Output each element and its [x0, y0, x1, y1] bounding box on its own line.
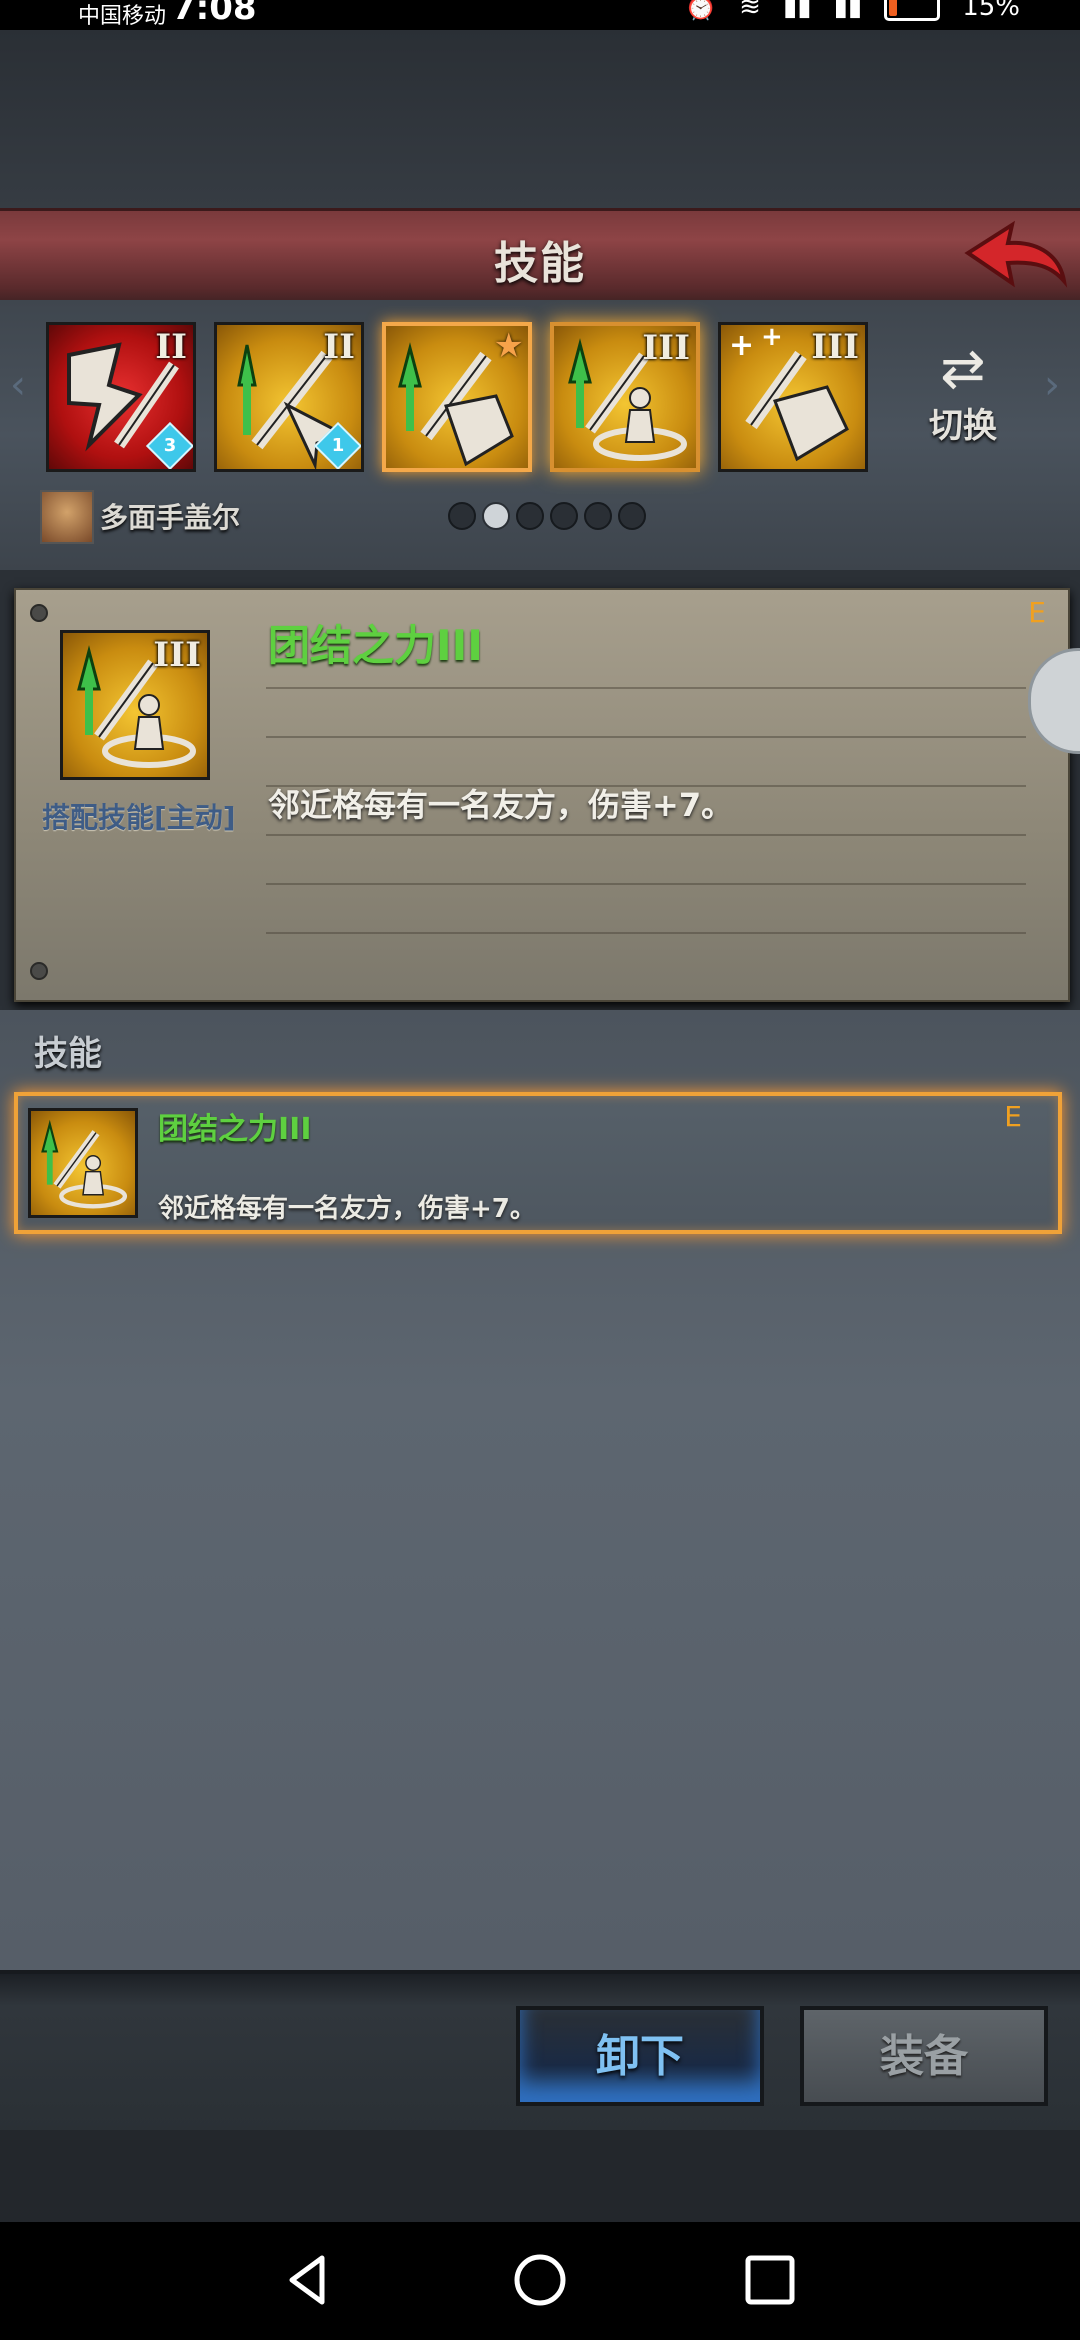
page-indicator — [448, 502, 646, 530]
svg-text:+: + — [729, 328, 754, 363]
equip-button[interactable]: 装备 — [800, 2006, 1048, 2106]
skill-slot-4[interactable]: III — [550, 322, 700, 472]
clock: 7:08 — [172, 0, 257, 28]
status-icons: ⏰ ≋ ▮▮ ▮▮ 15% — [685, 0, 1020, 22]
list-item-name: 团结之力III — [158, 1112, 312, 1147]
list-item[interactable]: 团结之力III 邻近格每有一名友方，伤害+7。 E — [14, 1092, 1062, 1234]
signal-icon: ▮▮ — [782, 0, 812, 22]
header-banner: 技能 — [0, 208, 1080, 307]
page-title: 技能 — [494, 238, 586, 289]
skill-grade: E — [1028, 596, 1046, 629]
skill-description: 邻近格每有一名友方，伤害+7。 — [268, 786, 734, 824]
swap-arrows-icon: ⇄ — [940, 337, 986, 400]
hero-name: 多面手盖尔 — [100, 501, 241, 534]
chevron-right-icon[interactable]: › — [1044, 362, 1060, 408]
bottom-spacer — [0, 2130, 1080, 2222]
nav-recents-icon[interactable] — [742, 2252, 798, 2308]
skill-category: 搭配技能[主动] — [42, 801, 236, 834]
unload-button[interactable]: 卸下 — [516, 2006, 764, 2106]
list-item-icon — [28, 1108, 138, 1218]
page-dot — [584, 502, 612, 530]
page-dot-active — [482, 502, 510, 530]
skill-slot-3[interactable]: ★ — [382, 322, 532, 472]
skill-slot-2[interactable]: II 1 — [214, 322, 364, 472]
star-icon: ★ — [493, 326, 524, 366]
system-nav-bar — [0, 2222, 1080, 2340]
skill-level: II — [155, 327, 187, 367]
list-item-grade: E — [1004, 1100, 1022, 1133]
nav-home-icon[interactable] — [512, 2252, 568, 2308]
back-arrow-icon[interactable] — [960, 219, 1070, 299]
chevron-left-icon[interactable]: ‹ — [10, 362, 26, 408]
skill-slot-5[interactable]: + + III — [718, 322, 868, 472]
skill-level: III — [811, 327, 859, 367]
page-dot — [550, 502, 578, 530]
svg-text:+: + — [761, 325, 783, 352]
detail-skill-icon: III — [60, 630, 210, 780]
page-dot — [618, 502, 646, 530]
switch-label: 切换 — [929, 406, 997, 446]
skill-level: III — [153, 635, 201, 675]
top-background — [0, 30, 1080, 210]
skill-level: II — [323, 327, 355, 367]
unity-power-icon — [41, 1119, 128, 1209]
signal-icon-2: ▮▮ — [833, 0, 863, 22]
nav-back-icon[interactable] — [282, 2252, 338, 2308]
page-dot — [448, 502, 476, 530]
skill-name: 团结之力III — [268, 621, 483, 670]
battery-percent: 15% — [962, 0, 1020, 22]
switch-button[interactable]: ⇄ 切换 — [918, 340, 1008, 460]
rivet — [30, 604, 48, 622]
status-bar: 中国移动 7:08 ⏰ ≋ ▮▮ ▮▮ 15% — [0, 0, 1080, 30]
skill-detail-card: III 搭配技能[主动] 团结之力III 邻近格每有一名友方，伤害+7。 E — [14, 588, 1070, 1002]
battery-icon — [884, 0, 941, 21]
skill-level: III — [642, 328, 690, 368]
section-title: 技能 — [34, 1034, 102, 1074]
page-dot — [516, 502, 544, 530]
hero-avatar — [40, 490, 94, 544]
alarm-icon: ⏰ — [684, 0, 718, 22]
rivet — [30, 962, 48, 980]
skill-slot-1[interactable]: II 3 — [46, 322, 196, 472]
carrier-label: 中国移动 — [78, 4, 167, 29]
wifi-icon: ≋ — [739, 0, 761, 22]
list-item-description: 邻近格每有一名友方，伤害+7。 — [158, 1194, 536, 1224]
